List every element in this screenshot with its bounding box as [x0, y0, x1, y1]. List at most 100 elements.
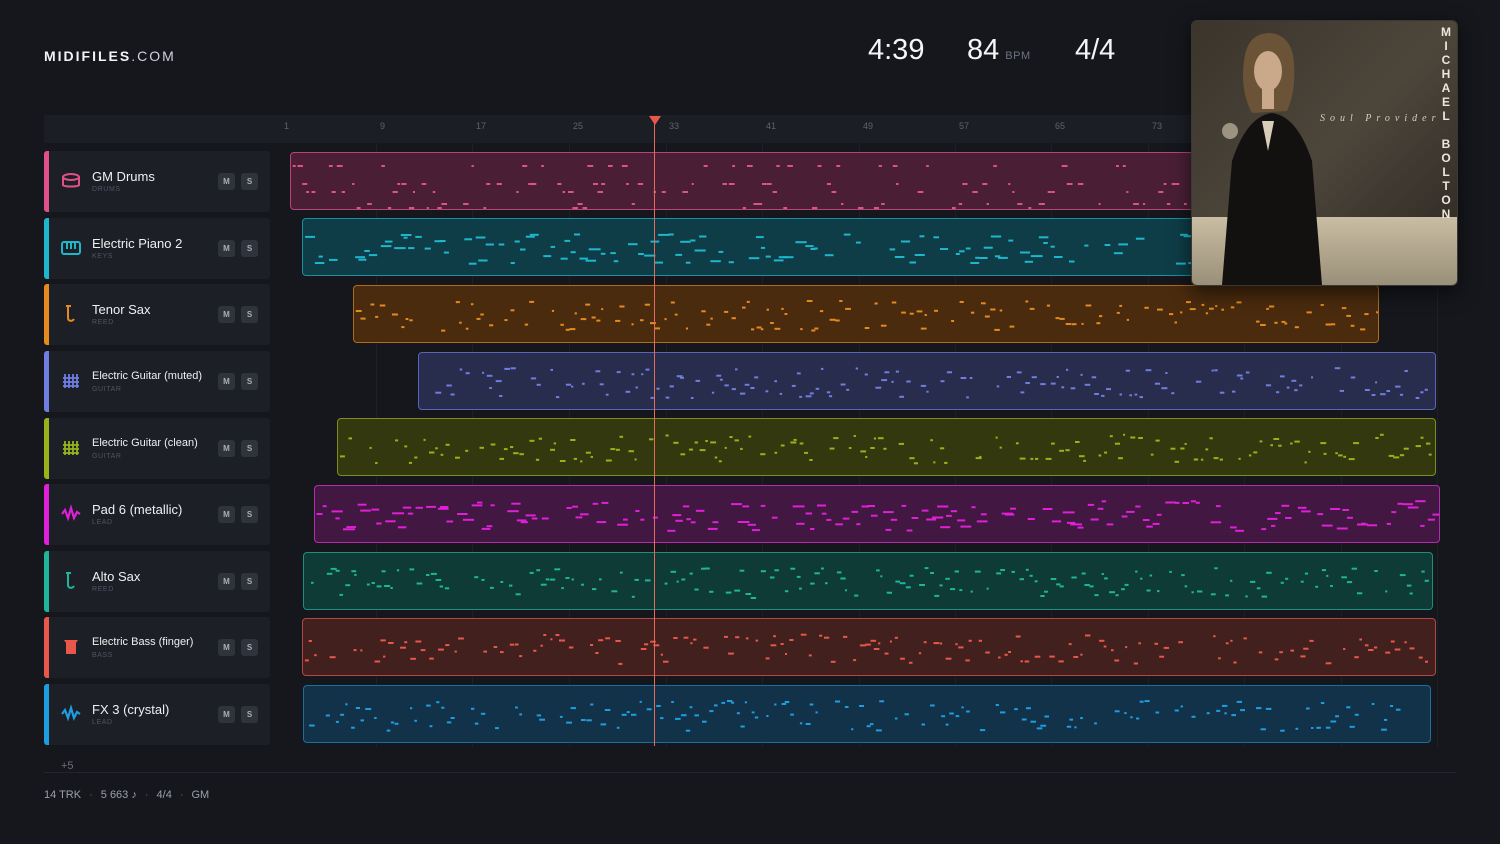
mute-button[interactable]: M — [218, 240, 235, 257]
mute-button[interactable]: M — [218, 373, 235, 390]
midi-note — [1126, 191, 1129, 193]
midi-note — [1336, 527, 1348, 530]
midi-note — [510, 367, 516, 370]
midi-note — [804, 451, 809, 454]
midi-note — [346, 526, 357, 529]
track-header-alto-sax[interactable]: Alto Sax REED M S — [44, 551, 270, 612]
midi-note — [1169, 570, 1172, 573]
more-tracks-label[interactable]: +5 — [61, 760, 74, 772]
track-header-pad-6-metallic[interactable]: Pad 6 (metallic) LEAD M S — [44, 484, 270, 545]
midi-note — [909, 457, 915, 460]
midi-note — [641, 373, 644, 376]
playhead-line[interactable] — [654, 122, 655, 746]
midi-note — [1119, 304, 1123, 307]
midi-note — [616, 371, 621, 374]
track-category: GUITAR — [92, 453, 122, 460]
midi-note — [959, 301, 964, 303]
midi-note — [1135, 237, 1145, 240]
solo-button[interactable]: S — [241, 173, 258, 190]
midi-note — [541, 165, 544, 167]
midi-note — [339, 593, 343, 596]
midi-note — [799, 395, 803, 398]
midi-note — [836, 165, 841, 167]
solo-button[interactable]: S — [241, 306, 258, 323]
midi-note — [357, 503, 367, 506]
midi-note — [866, 725, 871, 728]
midi-note — [524, 323, 529, 326]
midi-note — [755, 639, 759, 642]
midi-note — [1399, 574, 1406, 577]
midi-note — [1050, 382, 1056, 385]
midi-note — [1129, 394, 1132, 397]
midi-note — [1211, 369, 1214, 372]
midi-note — [1331, 323, 1336, 326]
ruler-bar-label: 25 — [573, 121, 584, 131]
midi-clip-alto-sax[interactable] — [303, 552, 1433, 610]
mute-button[interactable]: M — [218, 706, 235, 723]
track-header-fx-3-crystal[interactable]: FX 3 (crystal) LEAD M S — [44, 684, 270, 745]
midi-note — [355, 707, 360, 709]
midi-note — [670, 570, 677, 573]
midi-note — [446, 520, 454, 523]
midi-clip-electric-guitar-clean[interactable] — [337, 418, 1436, 476]
midi-note — [815, 387, 820, 390]
midi-note — [1157, 308, 1163, 311]
midi-note — [724, 446, 727, 449]
midi-note — [881, 379, 888, 382]
midi-note — [1367, 524, 1378, 527]
track-name: Electric Guitar (clean) — [92, 437, 198, 449]
midi-note — [939, 642, 943, 645]
solo-button[interactable]: S — [241, 440, 258, 457]
track-header-electric-bass-finger[interactable]: Electric Bass (finger) BASS M S — [44, 617, 270, 678]
solo-button[interactable]: S — [241, 573, 258, 590]
midi-note — [480, 712, 486, 715]
solo-button[interactable]: S — [241, 373, 258, 390]
midi-note — [582, 207, 588, 209]
track-header-electric-piano-2[interactable]: Electric Piano 2 KEYS M S — [44, 218, 270, 279]
midi-note — [1380, 393, 1386, 396]
midi-clip-pad-6-metallic[interactable] — [314, 485, 1440, 543]
midi-note — [1189, 308, 1196, 311]
midi-note — [426, 207, 429, 209]
track-header-electric-guitar-clean[interactable]: Electric Guitar (clean) GUITAR M S — [44, 418, 270, 479]
track-header-tenor-sax[interactable]: Tenor Sax REED M S — [44, 284, 270, 345]
midi-note — [895, 370, 899, 373]
solo-button[interactable]: S — [241, 506, 258, 523]
midi-clip-electric-guitar-muted[interactable] — [418, 352, 1436, 410]
playhead-marker-icon[interactable] — [649, 116, 661, 125]
midi-clip-electric-bass-finger[interactable] — [302, 618, 1436, 676]
track-header-electric-guitar-muted[interactable]: Electric Guitar (muted) GUITAR M S — [44, 351, 270, 412]
midi-note — [756, 326, 762, 329]
midi-note — [736, 712, 740, 715]
midi-note — [1274, 321, 1278, 324]
mute-button[interactable]: M — [218, 506, 235, 523]
mute-button[interactable]: M — [218, 173, 235, 190]
midi-note — [1163, 646, 1169, 649]
solo-button[interactable]: S — [241, 639, 258, 656]
midi-note — [1099, 315, 1103, 318]
midi-note — [702, 720, 707, 723]
midi-clip-tenor-sax[interactable] — [353, 285, 1379, 343]
mute-button[interactable]: M — [218, 639, 235, 656]
wave-icon — [60, 704, 82, 726]
midi-note — [1085, 304, 1092, 307]
midi-note — [799, 587, 802, 590]
track-header-gm-drums[interactable]: GM Drums DRUMS M S — [44, 151, 270, 212]
mute-button[interactable]: M — [218, 440, 235, 457]
midi-note — [1364, 389, 1370, 391]
solo-button[interactable]: S — [241, 706, 258, 723]
mute-button[interactable]: M — [218, 573, 235, 590]
solo-button[interactable]: S — [241, 240, 258, 257]
midi-note — [774, 569, 779, 572]
midi-note — [519, 453, 524, 456]
brand-logo: MIDIFILES.COM — [44, 48, 176, 64]
midi-note — [734, 439, 739, 442]
midi-note — [445, 443, 450, 446]
midi-note — [1146, 525, 1153, 528]
midi-note — [663, 660, 669, 663]
mute-button[interactable]: M — [218, 306, 235, 323]
midi-clip-fx-3-crystal[interactable] — [303, 685, 1431, 743]
midi-note — [1050, 245, 1055, 248]
midi-note — [309, 724, 315, 727]
midi-note — [819, 310, 824, 313]
